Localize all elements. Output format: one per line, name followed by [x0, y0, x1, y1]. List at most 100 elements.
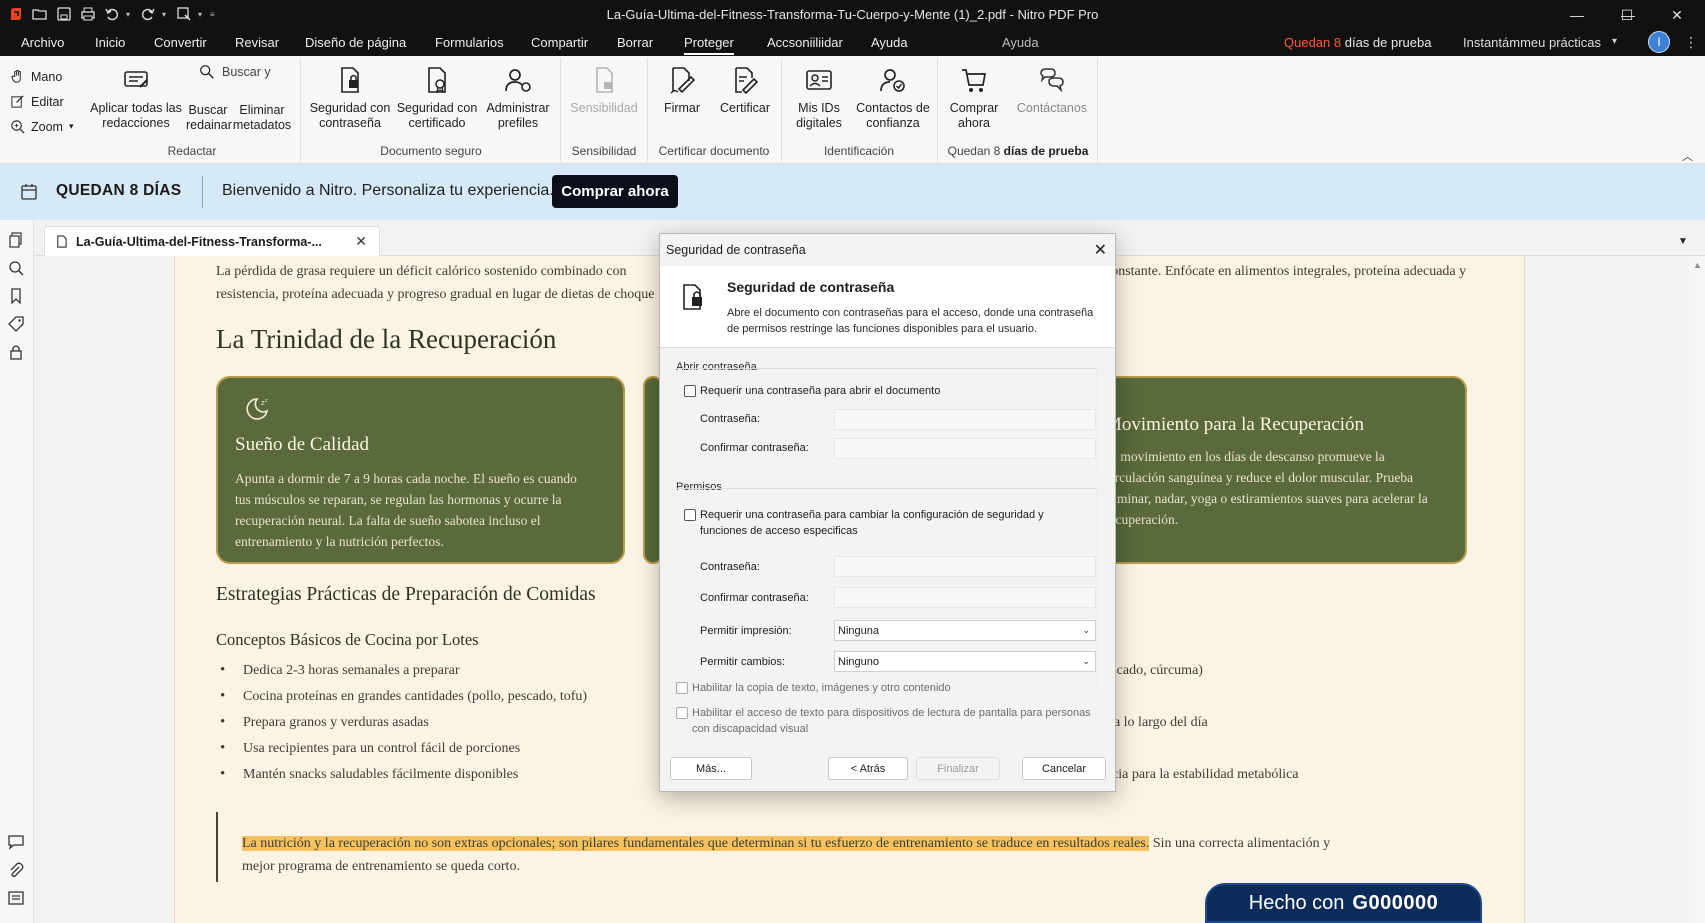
menu-borrar[interactable]: Borrar	[617, 35, 653, 50]
document-tab[interactable]: La-Guía-Ultima-del-Fitness-Transforma-..…	[44, 226, 380, 256]
fields-panel-icon[interactable]	[8, 890, 26, 908]
pages-panel-icon[interactable]	[8, 232, 26, 250]
open-password-input[interactable]	[834, 409, 1096, 430]
remove-metadata-button[interactable]: Eliminar metadatos	[230, 103, 294, 133]
require-permissions-password-checkbox[interactable]: Requerir una contraseña para cambiar la …	[684, 507, 1064, 539]
right-column-list: escado, cúrcuma) s a lo largo del día nc…	[1105, 663, 1525, 793]
checkbox-box[interactable]	[676, 682, 688, 694]
search-panel-icon[interactable]	[8, 260, 26, 278]
attachments-panel-icon[interactable]	[8, 862, 26, 880]
permissions-confirm-password-label: Confirmar contraseña:	[700, 592, 809, 604]
password-security-button[interactable]: Seguridad con contraseña	[308, 62, 392, 131]
open-confirm-password-input[interactable]	[834, 438, 1096, 459]
document-tab-label: La-Guía-Ultima-del-Fitness-Transforma-..…	[76, 234, 322, 249]
more-button[interactable]: Más...	[670, 757, 752, 780]
menu-inicio[interactable]: Inicio	[95, 35, 125, 50]
tab-list-dropdown-icon[interactable]: ▼	[1678, 236, 1688, 247]
search-redact-button[interactable]: Buscar y	[198, 62, 288, 82]
trusted-contacts-button[interactable]: Contactos de confianza	[854, 62, 932, 131]
highlighted-quote: La nutrición y la recuperación no son ex…	[216, 812, 1366, 882]
search-redact-label-button[interactable]: Buscar redainar	[186, 103, 232, 133]
menu-archivo[interactable]: Archivo	[21, 35, 64, 50]
svg-text:z: z	[265, 398, 268, 404]
password-security-label: Seguridad con contraseña	[309, 101, 391, 130]
finish-button[interactable]: Finalizar	[916, 757, 1000, 780]
menu-formularios[interactable]: Formularios	[435, 35, 504, 50]
digital-ids-button[interactable]: Mis IDs digitales	[786, 62, 852, 131]
menu-compartir[interactable]: Compartir	[531, 35, 588, 50]
permissions-confirm-password-input[interactable]	[834, 587, 1096, 608]
menu-revisar[interactable]: Revisar	[235, 35, 279, 50]
enable-accessibility-checkbox[interactable]: Habilitar el acceso de texto para dispos…	[676, 705, 1096, 737]
require-open-password-checkbox[interactable]: Requerir una contraseña para abrir el do…	[684, 383, 940, 399]
digital-ids-label: Mis IDs digitales	[796, 101, 842, 130]
permissions-password-input[interactable]	[834, 556, 1096, 577]
trusted-contact-icon	[880, 69, 905, 92]
sign-button[interactable]: Firmar	[652, 62, 712, 116]
trial-banner: QUEDAN 8 DÍAS Bienvenido a Nitro. Person…	[0, 164, 1705, 220]
collapse-ribbon-icon[interactable]: ︿	[1682, 148, 1693, 164]
made-with-badge[interactable]: Hecho con G000000	[1205, 883, 1482, 923]
ribbon-separator	[937, 58, 938, 162]
list-item	[1105, 689, 1525, 715]
workspace-dropdown-icon[interactable]: ▾	[1612, 36, 1617, 47]
scroll-up-icon[interactable]: ▲	[1693, 260, 1702, 270]
banner-buy-button[interactable]: Comprar ahora	[552, 175, 678, 208]
checkbox-box[interactable]	[684, 385, 696, 397]
allow-printing-select[interactable]: Ninguna ⌄	[834, 620, 1096, 641]
apply-redactions-button[interactable]: Aplicar todas las redacciones	[88, 62, 184, 131]
list-item: Mantén snacks saludables fácilmente disp…	[216, 766, 696, 793]
hand-tool[interactable]: Mano	[10, 64, 73, 89]
menu-search-help[interactable]: Ayuda	[1002, 35, 1039, 50]
close-tab-icon[interactable]: ✕	[355, 233, 367, 250]
open-confirm-password-label: Confirmar contraseña:	[700, 442, 809, 454]
zoom-dropdown-icon[interactable]: ▾	[69, 121, 74, 132]
menu-proteger[interactable]: Proteger	[684, 35, 734, 55]
checkbox-box[interactable]	[684, 509, 696, 521]
banner-days-left: QUEDAN 8 DÍAS	[56, 182, 182, 199]
trusted-contacts-label: Contactos de confianza	[856, 101, 930, 130]
back-button[interactable]: < Atrás	[828, 757, 908, 780]
bookmark-panel-icon[interactable]	[8, 288, 26, 306]
buy-now-ribbon-button[interactable]: Comprar ahora	[944, 62, 1004, 131]
user-avatar[interactable]: I	[1648, 31, 1670, 53]
tags-panel-icon[interactable]	[8, 316, 26, 334]
group-label-identification: Identificación	[823, 144, 895, 158]
group-label-secure-doc: Documento seguro	[380, 144, 482, 158]
menu-diseno-pagina[interactable]: Diseño de página	[305, 35, 406, 50]
zoom-tool-label: Zoom	[31, 119, 63, 134]
cancel-button[interactable]: Cancelar	[1022, 757, 1106, 780]
edit-icon	[11, 95, 24, 108]
vertical-scrollbar[interactable]: ▲	[1689, 256, 1705, 923]
zoom-tool[interactable]: Zoom ▾	[10, 114, 73, 139]
comments-panel-icon[interactable]	[8, 834, 26, 852]
manage-profiles-button[interactable]: Administrar prefiles	[482, 62, 554, 131]
allow-changes-select[interactable]: Ninguno ⌄	[834, 651, 1096, 672]
more-options-icon[interactable]: ⋮	[1684, 34, 1698, 51]
highlighted-text[interactable]: La nutrición y la recuperación no son ex…	[242, 836, 1150, 851]
close-window-button[interactable]: ✕	[1654, 0, 1700, 30]
dialog-close-icon[interactable]: ✕	[1094, 240, 1107, 260]
edit-tool[interactable]: Editar	[10, 89, 73, 114]
certify-button[interactable]: Certificar	[714, 62, 776, 116]
cert-security-button[interactable]: Seguridad con certificado	[394, 62, 480, 131]
contact-us-button[interactable]: Contáctanos	[1012, 62, 1092, 116]
maximize-button[interactable]: ☐	[1604, 0, 1650, 30]
password-security-dialog: Seguridad de contraseña ✕ Seguridad de c…	[659, 233, 1116, 792]
chat-bubbles-icon	[1040, 68, 1064, 93]
security-panel-icon[interactable]	[8, 344, 26, 362]
sensitivity-button[interactable]: Sensibilidad	[566, 62, 642, 116]
minimize-button-visual[interactable]: —	[1554, 0, 1600, 30]
enable-copy-checkbox[interactable]: Habilitar la copia de texto, imágenes y …	[676, 680, 1096, 696]
allow-printing-label: Permitir impresión:	[700, 625, 792, 637]
checkbox-box[interactable]	[676, 707, 688, 719]
title-bar: ▾ ▾ ▾ ≡ La-Guía-Ultima-del-Fitness-Trans…	[0, 0, 1705, 30]
workspace-selector[interactable]: Instantámmeu prácticas	[1463, 35, 1601, 50]
menu-convertir[interactable]: Convertir	[154, 35, 207, 50]
menu-accsoniiliidar[interactable]: Accsoniiliidar	[767, 35, 843, 50]
menu-ayuda[interactable]: Ayuda	[871, 35, 908, 50]
banner-welcome-text: Bienvenido a Nitro. Personaliza tu exper…	[222, 182, 554, 199]
hand-icon	[11, 69, 21, 83]
intro-paragraph-right: constante. Enfócate en alimentos integra…	[1105, 264, 1467, 279]
group-label-trial: Quedan 8 días de prueba	[947, 144, 1089, 158]
